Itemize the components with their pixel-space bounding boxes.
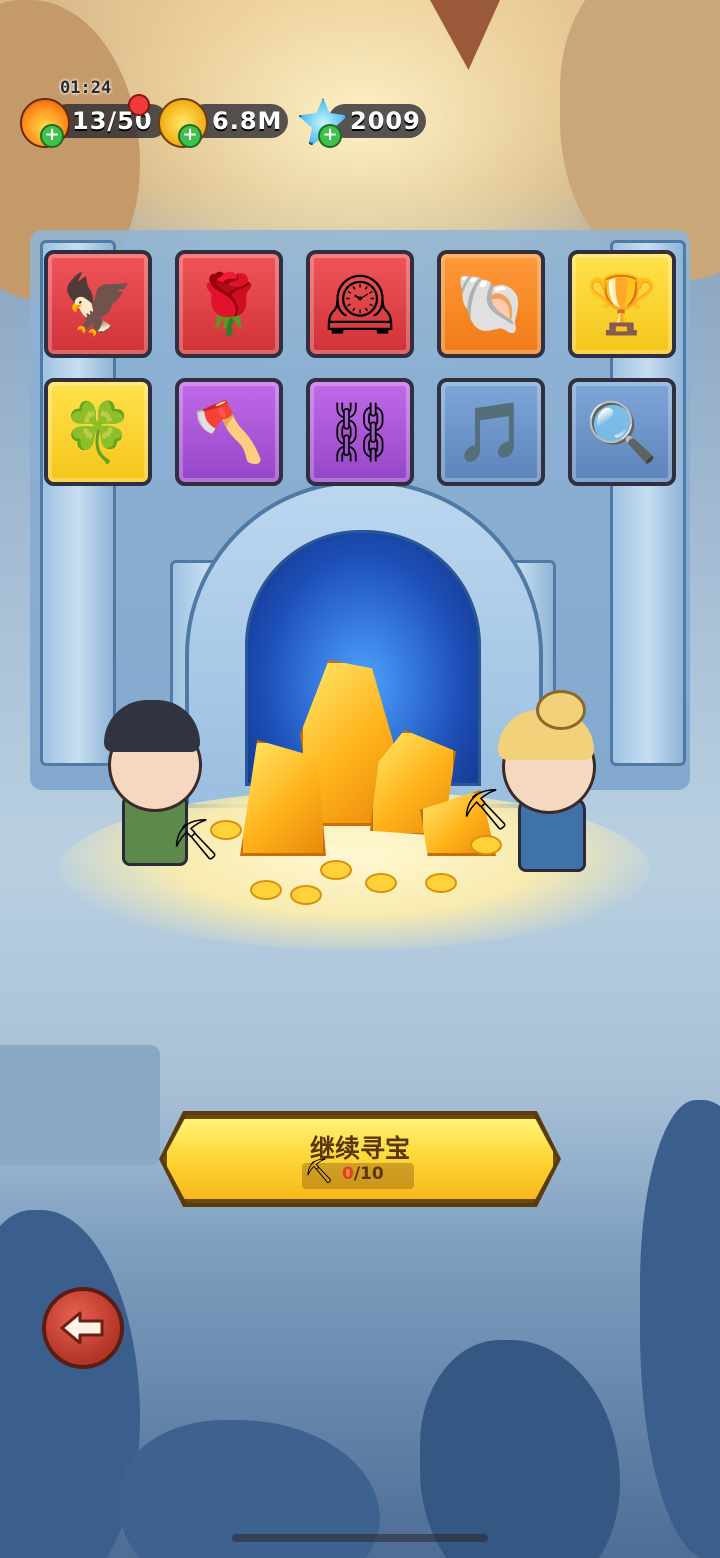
item-slot-clover-ring[interactable]: 🍀 [44,378,152,486]
pickaxe-progress-text: 0/10 [342,1164,384,1184]
item-slot-vine-shackles[interactable]: ⛓ [306,378,414,486]
gem-value: 2009 [350,107,421,135]
miner-left: ⛏ [100,700,221,880]
miner-left-hair [104,700,200,752]
add-gems-icon[interactable]: + [318,124,342,148]
continue-treasure-hunt-button[interactable]: 继续寻宝 ⛏ 0/10 [163,1115,557,1203]
blue-pearl-shell-icon: 🐚 [454,270,528,338]
home-indicator[interactable] [232,1534,488,1542]
pickaxe-total: /10 [353,1164,384,1184]
gold-coin [250,880,282,900]
gold-coin [425,873,457,893]
ice-eagle-statue-icon: 🦅 [61,270,135,338]
back-button[interactable] [42,1287,124,1369]
miner-right: ⛏ [460,690,610,880]
gold-coin [290,885,322,905]
clover-ring-icon: 🍀 [61,398,135,466]
stalactite [430,0,500,70]
pickaxe-icon: ⛏ [304,1157,335,1185]
pickaxe-count: 0 [342,1164,354,1184]
gem-pill: 2009 [328,104,426,138]
back-arrow-icon [60,1311,104,1345]
winged-clock-icon: 🕰 [323,270,397,338]
stone-axe-icon: 🪓 [192,398,266,466]
fallen-pillar [0,1045,160,1165]
gold-coin [320,860,352,880]
pocket-mirror-icon: 🔍 [585,398,659,466]
item-slot-stone-axe[interactable]: 🪓 [175,378,283,486]
gem-counter[interactable]: 2009 + [298,98,428,148]
pickaxe-icon: ⛏ [170,817,221,863]
pickaxe-progress: ⛏ 0/10 [302,1157,414,1189]
item-slot-blue-pearl-shell[interactable]: 🐚 [437,250,545,358]
rose-birdcage-icon: 🌹 [192,270,266,338]
golden-lyre-icon: 🎵 [454,398,528,466]
vine-shackles-icon: ⛓ [323,398,397,466]
notification-dot [128,94,150,116]
miner-right-bun [536,690,586,730]
foreground-rock [640,1100,720,1558]
foreground-rock [420,1340,620,1558]
item-slot-pocket-mirror[interactable]: 🔍 [568,378,676,486]
gold-value: 6.8M [212,107,283,135]
add-energy-icon[interactable]: + [40,124,64,148]
item-slot-golden-goblet[interactable]: 🏆 [568,250,676,358]
item-slot-ice-eagle-statue[interactable]: 🦅 [44,250,152,358]
golden-goblet-icon: 🏆 [585,270,659,338]
gold-coin [365,873,397,893]
gold-counter[interactable]: 6.8M + [158,98,288,148]
item-slot-rose-birdcage[interactable]: 🌹 [175,250,283,358]
item-slot-golden-lyre[interactable]: 🎵 [437,378,545,486]
item-slot-winged-clock[interactable]: 🕰 [306,250,414,358]
continue-button-label: 继续寻宝 [309,1134,410,1163]
foreground-rock [0,1210,140,1558]
add-gold-icon[interactable]: + [178,124,202,148]
pickaxe-icon: ⛏ [460,787,511,833]
energy-timer: 01:24 [60,78,112,98]
